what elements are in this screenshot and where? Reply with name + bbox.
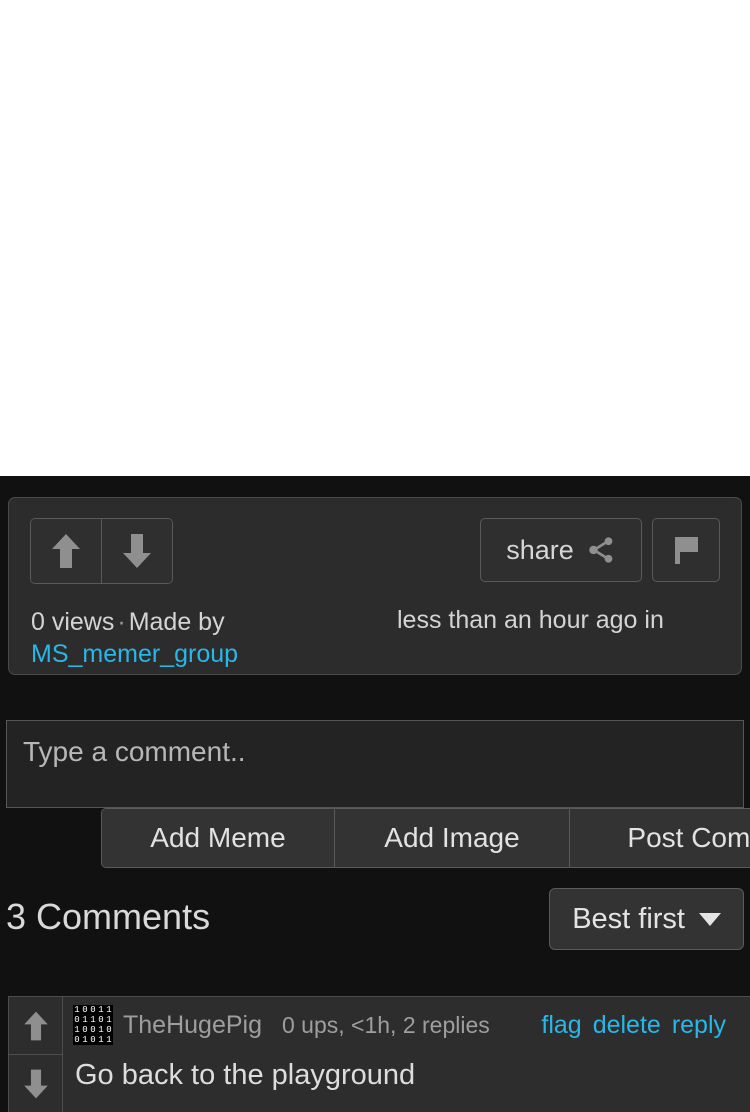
avatar-bit: 1: [106, 1005, 112, 1015]
avatar-bit: 0: [74, 1014, 80, 1025]
avatar-bit: 0: [90, 1005, 96, 1015]
arrow-up-icon: [52, 534, 80, 568]
avatar-bit: 1: [98, 1024, 104, 1035]
avatar-bit: 0: [106, 1024, 112, 1035]
avatar-bit: 1: [74, 1005, 80, 1015]
arrow-down-icon: [23, 1069, 48, 1098]
report-button[interactable]: [652, 518, 720, 582]
binary-avatar-icon[interactable]: 10011011011001001011: [73, 1005, 113, 1045]
comment-body: 10011011011001001011 TheHugePig 0 ups, <…: [63, 997, 750, 1112]
comment-vote-group: [9, 997, 63, 1112]
avatar-bit: 0: [90, 1034, 96, 1045]
page-body: share 0 views · Made by MS_memer_group l…: [0, 476, 750, 1112]
avatar-bit: 1: [90, 1014, 96, 1025]
avatar-bit: 1: [82, 1014, 88, 1025]
avatar-bit: 1: [74, 1024, 80, 1035]
post-upvote-button[interactable]: [31, 519, 101, 583]
arrow-up-icon: [23, 1011, 48, 1040]
avatar-bit: 0: [82, 1024, 88, 1035]
comments-header: 3 Comments Best first: [0, 888, 750, 970]
comment-row: 10011011011001001011 TheHugePig 0 ups, <…: [8, 996, 750, 1112]
add-meme-button[interactable]: Add Meme: [102, 809, 334, 867]
comment-flag-link[interactable]: flag: [541, 1011, 581, 1040]
post-meta-card: share 0 views · Made by MS_memer_group l…: [8, 497, 742, 675]
post-stats: 0 views · Made by MS_memer_group: [31, 606, 371, 670]
stats-separator: ·: [117, 608, 126, 636]
comment-header: 10011011011001001011 TheHugePig 0 ups, <…: [63, 997, 750, 1053]
post-vote-group: [30, 518, 173, 584]
avatar-bit: 1: [98, 1034, 104, 1045]
arrow-down-icon: [123, 534, 151, 568]
post-author-link[interactable]: MS_memer_group: [31, 638, 371, 670]
post-timestamp: less than an hour ago in: [397, 606, 664, 634]
comment-downvote-button[interactable]: [9, 1054, 62, 1112]
post-media-region[interactable]: [0, 0, 750, 476]
avatar-bit: 0: [74, 1034, 80, 1045]
add-image-button[interactable]: Add Image: [334, 809, 569, 867]
comment-upvote-button[interactable]: [9, 997, 62, 1054]
comment-actions: flag delete reply: [541, 1011, 726, 1040]
avatar-bit: 1: [106, 1034, 112, 1045]
share-button[interactable]: share: [480, 518, 642, 582]
flag-icon: [675, 537, 698, 564]
comments-sort-dropdown[interactable]: Best first: [549, 888, 744, 950]
post-comment-button[interactable]: Post Comment: [569, 809, 750, 867]
comment-author[interactable]: TheHugePig: [123, 1011, 262, 1040]
comment-delete-link[interactable]: delete: [593, 1011, 661, 1040]
avatar-bit: 1: [82, 1034, 88, 1045]
post-downvote-button[interactable]: [101, 519, 172, 583]
comment-input[interactable]: [6, 720, 744, 808]
comment-reply-link[interactable]: reply: [672, 1011, 726, 1040]
comments-sort-label: Best first: [572, 902, 685, 935]
post-action-row: share: [9, 498, 741, 584]
comment-text: Go back to the playground: [75, 1059, 416, 1091]
share-button-label: share: [506, 534, 574, 565]
avatar-bit: 1: [106, 1014, 112, 1025]
comments-count-label: 3 Comments: [6, 896, 211, 937]
share-nodes-icon: [589, 537, 613, 563]
made-by-label: Made by: [128, 608, 225, 636]
avatar-bit: 1: [98, 1005, 104, 1015]
avatar-bit: 0: [82, 1005, 88, 1015]
avatar-bit: 0: [98, 1014, 104, 1025]
post-right-actions: share: [480, 518, 720, 582]
comment-composer: Add Meme Add Image Post Comment: [6, 720, 750, 868]
comment-meta: 0 ups, <1h, 2 replies: [281, 1011, 490, 1038]
post-detail-page: share 0 views · Made by MS_memer_group l…: [0, 0, 750, 1112]
avatar-bit: 0: [90, 1024, 96, 1035]
composer-button-group: Add Meme Add Image Post Comment: [101, 808, 750, 868]
views-count: 0 views: [31, 608, 115, 636]
chevron-down-icon: [699, 912, 721, 926]
